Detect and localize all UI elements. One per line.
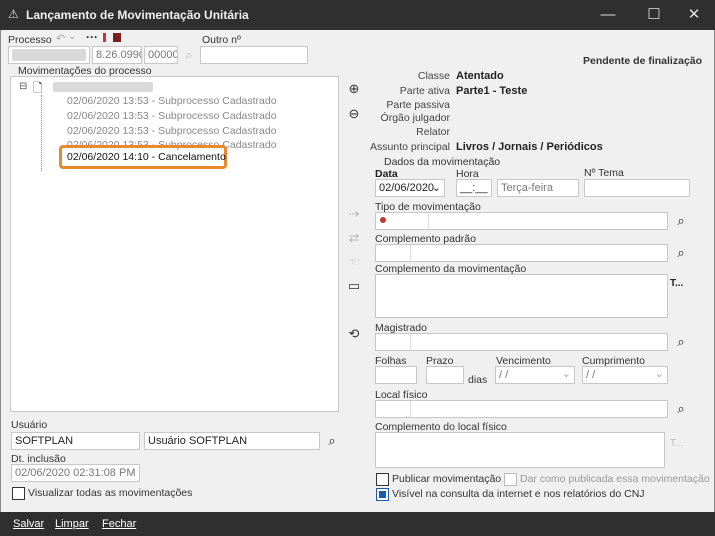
inclusao-field: 02/06/2020 02:31:08 PM ⌄ [11, 464, 140, 482]
chain-icon[interactable]: ⇄ [346, 230, 362, 246]
field-divider [410, 245, 411, 261]
processo-number-blurred[interactable] [8, 46, 90, 64]
parte-ativa-label: Parte ativa [399, 85, 450, 97]
data-input[interactable]: 02/06/2020 ⌄ [375, 179, 445, 197]
complemento-local-textarea[interactable] [375, 432, 665, 468]
local-fisico-input[interactable] [375, 400, 668, 418]
parte-passiva-label: Parte passiva [386, 99, 450, 111]
limpar-button[interactable]: Limpar [55, 518, 89, 530]
complemento-movimentacao-textarea[interactable] [375, 274, 668, 318]
dados-group-label: Dados da movimentação [384, 156, 501, 168]
usuario-login-input[interactable]: SOFTPLAN [11, 432, 140, 450]
app-icon: ⚠ [8, 7, 19, 21]
comment-icon[interactable]: ▭ [346, 278, 362, 294]
back-arrow-icon[interactable]: ↶ [56, 32, 65, 45]
assunto-label: Assunto principal [370, 141, 450, 153]
field-divider [428, 213, 429, 229]
relator-label: Relator [416, 126, 450, 138]
history-icon[interactable]: ⟲ [346, 326, 362, 342]
visualizar-todas-checkbox[interactable] [12, 487, 25, 500]
assunto-value: Livros / Jornais / Periódicos [456, 141, 603, 153]
visualizar-todas-label: Visualizar todas as movimentações [28, 487, 193, 499]
visivel-checkbox[interactable] [376, 488, 389, 501]
visivel-label: Visível na consulta da internet e nos re… [392, 488, 645, 500]
prazo-input[interactable] [426, 366, 464, 384]
tipo-movimentacao-input[interactable] [375, 212, 668, 230]
classe-value: Atentado [456, 70, 504, 82]
stop-icon[interactable] [113, 33, 121, 42]
usuario-label: Usuário [11, 419, 48, 431]
search-icon[interactable]: ⌕ [181, 47, 197, 63]
dar-como-publicada-label: Dar como publicada essa movimentação [520, 473, 710, 485]
orgao-julgador-label: Órgão julgador [380, 112, 450, 124]
complemento-padrao-input[interactable] [375, 244, 668, 262]
hora-input[interactable]: __:__ [456, 179, 492, 197]
tree-line [41, 95, 42, 171]
magistrado-input[interactable] [375, 333, 668, 351]
text-editor-button[interactable]: T... [670, 438, 683, 449]
window-title: Lançamento de Movimentação Unitária [26, 8, 249, 22]
parte-ativa-value: Parte1 - Teste [456, 85, 528, 97]
fechar-button[interactable]: Fechar [102, 518, 136, 530]
tree-root-label [53, 82, 153, 92]
vencimento-value: / / [499, 369, 509, 381]
publicar-label: Publicar movimentação [392, 473, 502, 485]
link-icon[interactable]: ⇢ [346, 206, 362, 222]
bottom-toolbar: Salvar Limpar Fechar [0, 512, 715, 536]
tree-item[interactable]: 02/06/2020 13:53 - Subprocesso Cadastrad… [67, 95, 277, 107]
data-value: 02/06/2020 [379, 182, 435, 194]
cumprimento-input[interactable]: / / ⌄ [582, 366, 668, 384]
chevron-down-icon[interactable]: ⌄ [432, 180, 441, 196]
required-dot-icon [380, 217, 386, 223]
publicar-checkbox[interactable] [376, 473, 389, 486]
movimentacoes-tree[interactable]: ⊟ 🗋 02/06/2020 13:53 - Subprocesso Cadas… [10, 76, 339, 412]
usuario-nome-field: Usuário SOFTPLAN [144, 432, 320, 450]
cumprimento-value: / / [586, 369, 596, 381]
flag-icon[interactable] [103, 33, 106, 42]
tree-item[interactable]: 02/06/2020 13:53 - Subprocesso Cadastrad… [67, 125, 277, 137]
dia-semana-field: Terça-feira [497, 179, 579, 197]
processo-label: Processo [8, 34, 52, 46]
chevron-down-icon[interactable]: ⌄ [68, 31, 76, 42]
status-text: Pendente de finalização [583, 55, 703, 67]
folhas-input[interactable] [375, 366, 417, 384]
maximize-button[interactable]: ☐ [636, 4, 672, 26]
tree-item-selected[interactable]: 02/06/2020 14:10 - Cancelamento [67, 151, 226, 163]
chevron-down-icon[interactable]: ⌄ [655, 367, 664, 382]
hand-icon[interactable]: ☜ [346, 254, 362, 270]
title-bar: ⚠ Lançamento de Movimentação Unitária — … [0, 0, 715, 30]
salvar-button[interactable]: Salvar [13, 518, 44, 530]
search-icon[interactable]: ⌕ [673, 245, 689, 261]
outro-input[interactable] [200, 46, 308, 64]
outro-label: Outro nº [202, 34, 241, 46]
processo-number-part1[interactable]: 8.26.0990 [92, 46, 142, 64]
search-icon[interactable]: ⌕ [673, 334, 689, 350]
chevron-down-icon[interactable]: ⌄ [562, 367, 571, 382]
field-divider [410, 334, 411, 350]
inclusao-value: 02/06/2020 02:31:08 PM [15, 467, 136, 479]
tree-item[interactable]: 02/06/2020 13:53 - Subprocesso Cadastrad… [67, 110, 277, 122]
classe-label: Classe [417, 70, 450, 82]
search-icon[interactable]: ⌕ [673, 401, 689, 417]
search-icon[interactable]: ⌕ [324, 433, 340, 449]
processo-number-part2[interactable]: 00000 [144, 46, 178, 64]
dias-label: dias [468, 374, 488, 386]
chevron-down-icon: ⌄ [126, 466, 136, 478]
more-icon[interactable]: ··· [86, 30, 98, 44]
tema-label: Nº Tema [584, 167, 624, 179]
search-icon[interactable]: ⌕ [673, 213, 689, 229]
collapse-icon[interactable]: ⊟ [19, 81, 27, 92]
close-button[interactable]: ✕ [676, 4, 712, 26]
dar-como-publicada-checkbox[interactable] [504, 473, 517, 486]
text-editor-button[interactable]: T... [670, 278, 683, 289]
tema-input[interactable] [584, 179, 690, 197]
field-divider [410, 401, 411, 417]
vencimento-input[interactable]: / / ⌄ [495, 366, 575, 384]
minimize-button[interactable]: — [590, 4, 626, 26]
